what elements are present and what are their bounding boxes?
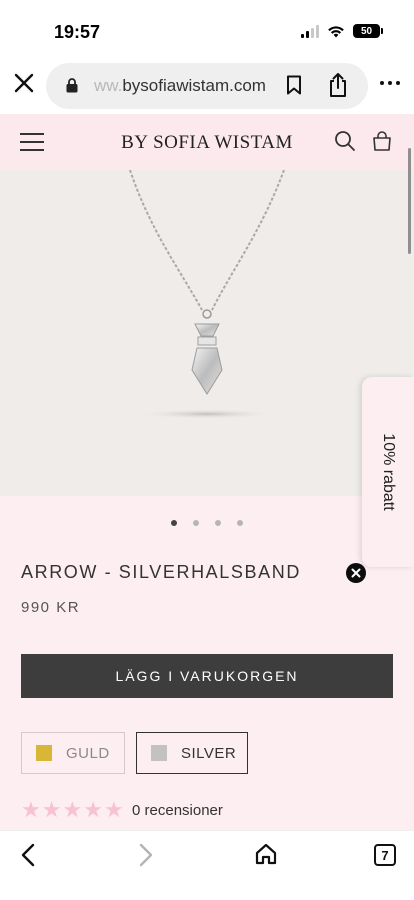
signal-icon xyxy=(301,24,319,38)
rating-stars[interactable]: ★ ★ ★ ★ ★ xyxy=(21,798,124,822)
product-price: 990 KR xyxy=(21,599,81,616)
close-discount-icon[interactable] xyxy=(346,563,366,583)
necklace-image xyxy=(129,170,285,419)
star-icon: ★ xyxy=(103,797,124,822)
search-icon[interactable] xyxy=(334,130,356,152)
carousel-dot[interactable] xyxy=(193,520,199,526)
home-icon[interactable] xyxy=(254,842,278,866)
share-icon[interactable] xyxy=(328,72,348,98)
discount-tab[interactable]: 10% rabatt xyxy=(362,377,414,567)
variant-silver[interactable]: SILVER xyxy=(136,732,248,774)
variant-label: SILVER xyxy=(181,744,237,762)
tabs-button[interactable]: 7 xyxy=(374,844,396,866)
star-icon: ★ xyxy=(41,797,62,822)
carousel-dot[interactable] xyxy=(215,520,221,526)
product-title: ARROW - SILVERHALSBAND xyxy=(21,562,301,582)
star-icon: ★ xyxy=(21,797,41,822)
carousel-dots xyxy=(0,520,414,526)
shopping-bag-icon[interactable] xyxy=(371,130,393,152)
browser-toolbar: 7 xyxy=(0,830,414,900)
forward-icon[interactable] xyxy=(138,843,154,867)
url-text: ww.bysofiawistam.com xyxy=(94,76,266,96)
lock-icon xyxy=(66,78,78,93)
url-domain: bysofiawistam.com xyxy=(122,76,266,95)
bookmark-icon[interactable] xyxy=(286,75,302,95)
site-header: BY SOFIA WISTAM xyxy=(0,114,414,170)
more-icon[interactable] xyxy=(378,76,402,90)
star-icon: ★ xyxy=(83,797,103,822)
browser-bar: ww.bysofiawistam.com xyxy=(0,56,414,114)
url-prefix: ww. xyxy=(94,76,123,95)
add-to-cart-button[interactable]: LÄGG I VARUKORGEN xyxy=(21,654,393,698)
discount-label: 10% rabatt xyxy=(380,433,397,511)
product-image[interactable] xyxy=(0,170,414,496)
reviews-count[interactable]: 0 recensioner xyxy=(132,802,223,819)
status-time: 19:57 xyxy=(54,22,101,42)
close-icon[interactable] xyxy=(12,71,36,95)
star-icon: ★ xyxy=(62,797,83,822)
carousel-dot[interactable] xyxy=(171,520,177,526)
address-bar[interactable]: ww.bysofiawistam.com xyxy=(46,63,368,109)
scrollbar xyxy=(408,148,411,254)
status-icons: 50 xyxy=(301,24,383,38)
wifi-icon xyxy=(328,25,344,37)
battery-icon: 50 xyxy=(353,24,383,38)
variant-guld[interactable]: GULD xyxy=(21,732,125,774)
variant-label: GULD xyxy=(66,744,110,762)
gold-swatch-icon xyxy=(36,745,52,761)
status-bar: 19:57 50 xyxy=(0,0,414,56)
back-icon[interactable] xyxy=(20,843,36,867)
silver-swatch-icon xyxy=(151,745,167,761)
product-info: ARROW - SILVERHALSBAND 990 KR LÄGG I VAR… xyxy=(0,496,414,830)
carousel-dot[interactable] xyxy=(237,520,243,526)
close-icon xyxy=(351,568,361,578)
